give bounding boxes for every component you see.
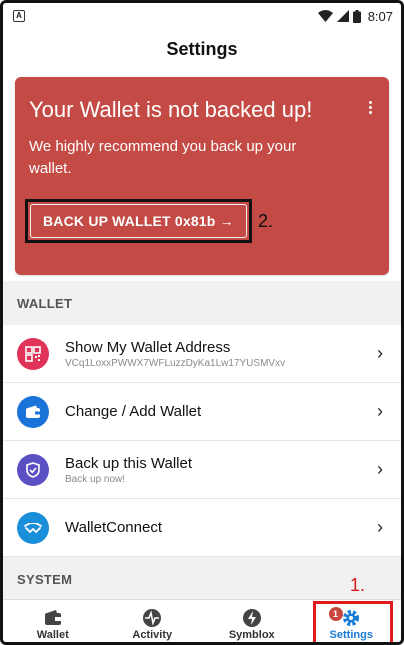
list-item-change-wallet[interactable]: Change / Add Wallet ›	[3, 383, 401, 441]
app-frame: A 8:07 Settings Your Wallet is not backe…	[0, 0, 404, 645]
clock: 8:07	[367, 8, 393, 24]
backup-warning-card: Your Wallet is not backed up! We highly …	[15, 77, 389, 275]
list-item-walletconnect[interactable]: WalletConnect ›	[3, 499, 401, 557]
activity-icon	[143, 608, 162, 627]
backup-card-description: We highly recommend you back up your wal…	[29, 138, 297, 177]
lightning-icon	[242, 608, 261, 627]
list-item-show-address[interactable]: Show My Wallet Address VCq1LoxxPWWX7WFLu…	[3, 325, 401, 383]
chevron-right-icon: ›	[377, 343, 383, 363]
item-title: Change / Add Wallet	[65, 403, 202, 420]
list-item-backup-wallet[interactable]: Back up this Wallet Back up now! ›	[3, 441, 401, 499]
settings-content: Your Wallet is not backed up! We highly …	[3, 69, 401, 601]
backup-wallet-button[interactable]: BACK UP WALLET 0x81b →	[30, 204, 247, 238]
nav-label: Wallet	[36, 628, 69, 641]
section-header-system: SYSTEM	[3, 557, 401, 601]
notification-icon: A	[13, 10, 25, 22]
nav-tab-symblox[interactable]: Symblox	[202, 600, 302, 642]
wifi-icon	[317, 10, 333, 22]
nav-tab-wallet[interactable]: Wallet	[3, 600, 103, 642]
item-title: Back up this Wallet	[65, 454, 192, 472]
qr-code-icon	[17, 337, 49, 370]
nav-label: Activity	[132, 628, 173, 641]
annotation-step-2: 2.	[258, 211, 274, 231]
settings-tab-highlight	[313, 601, 393, 642]
walletconnect-icon	[17, 511, 49, 544]
page-title: Settings	[166, 38, 238, 59]
backup-card-title: Your Wallet is not backed up!	[29, 97, 313, 122]
item-subtitle: Back up now!	[65, 473, 126, 485]
nav-label: Symblox	[228, 628, 275, 641]
wallet-icon	[44, 609, 61, 625]
annotation-step-1: 1.	[350, 575, 366, 595]
battery-icon	[352, 9, 361, 23]
status-bar: A 8:07	[3, 3, 401, 29]
item-title: Show My Wallet Address	[65, 338, 231, 356]
signal-icon	[336, 10, 349, 22]
chevron-right-icon: ›	[377, 517, 383, 537]
nav-tab-activity[interactable]: Activity	[103, 600, 203, 642]
wallet-address-text: VCq1LoxxPWWX7WFLuzzDyKa1Lw17YUSMVxv	[65, 357, 286, 369]
section-header-wallet: WALLET	[3, 281, 401, 325]
more-vertical-icon[interactable]	[369, 101, 373, 116]
item-title: WalletConnect	[65, 519, 162, 536]
chevron-right-icon: ›	[377, 401, 383, 421]
backup-button-highlight: BACK UP WALLET 0x81b →	[25, 199, 252, 243]
app-header: Settings	[3, 29, 401, 69]
shield-icon	[17, 453, 49, 486]
chevron-right-icon: ›	[377, 459, 383, 479]
wallet-icon	[17, 395, 49, 428]
